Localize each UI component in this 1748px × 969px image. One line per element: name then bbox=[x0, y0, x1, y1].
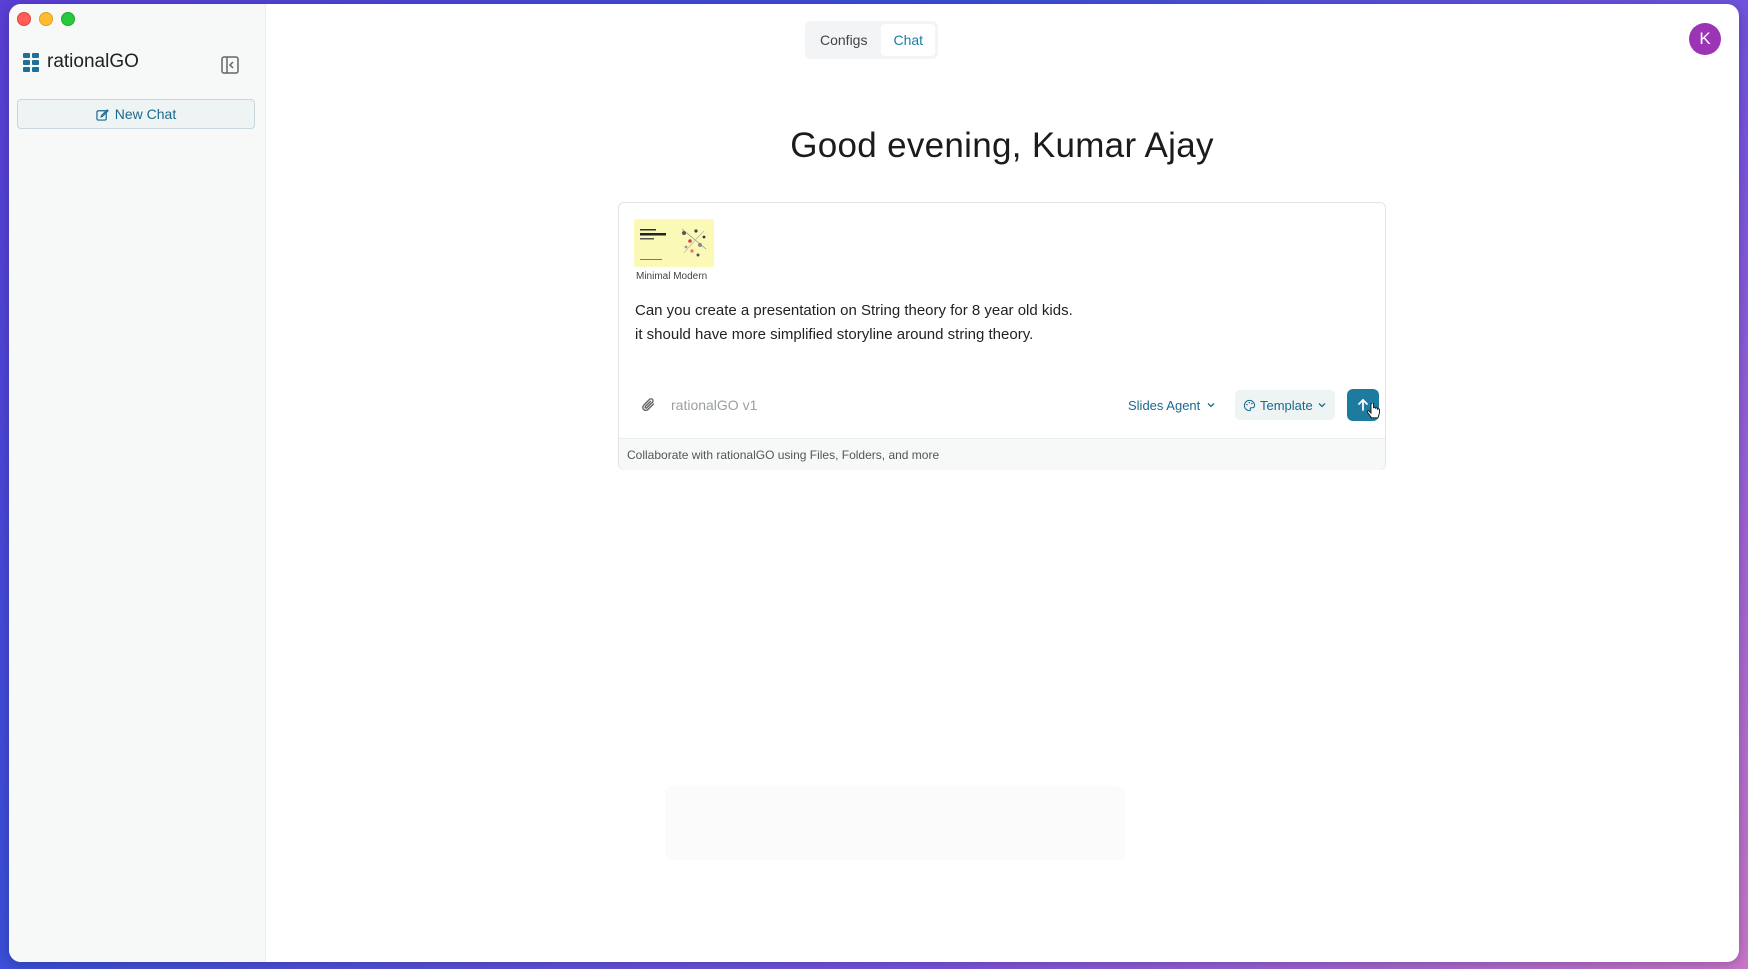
window-controls bbox=[17, 12, 75, 26]
faded-media-bar bbox=[665, 786, 1125, 860]
pointer-cursor-icon bbox=[1367, 403, 1380, 419]
close-window-button[interactable] bbox=[17, 12, 31, 26]
new-chat-button[interactable]: New Chat bbox=[17, 99, 255, 129]
brand: rationalGO bbox=[23, 51, 139, 73]
tab-chat[interactable]: Chat bbox=[881, 24, 936, 56]
zoom-window-button[interactable] bbox=[61, 12, 75, 26]
sidebar-collapse-button[interactable] bbox=[219, 54, 241, 76]
prompt-line: Can you create a presentation on String … bbox=[635, 302, 1073, 319]
minimize-window-button[interactable] bbox=[39, 12, 53, 26]
template-select[interactable]: Template bbox=[1235, 390, 1335, 420]
app-window: rationalGO New Chat Configs Chat K Good … bbox=[9, 4, 1739, 962]
paperclip-icon bbox=[642, 398, 655, 412]
composer-footer: Collaborate with rationalGO using Files,… bbox=[619, 438, 1385, 470]
greeting-title: Good evening, Kumar Ajay bbox=[790, 126, 1214, 165]
chevron-down-icon bbox=[1207, 403, 1215, 408]
chat-composer: Minimal Modern Can you create a presenta… bbox=[618, 202, 1386, 470]
model-label: rationalGO v1 bbox=[671, 397, 758, 413]
avatar[interactable]: K bbox=[1689, 23, 1721, 55]
template-select-label: Template bbox=[1260, 397, 1313, 413]
agent-select-label: Slides Agent bbox=[1128, 397, 1201, 413]
chevron-down-icon bbox=[1318, 403, 1326, 408]
prompt-line: it should have more simplified storyline… bbox=[635, 326, 1034, 343]
grid-logo-icon bbox=[23, 52, 39, 72]
sidebar: rationalGO New Chat bbox=[9, 4, 266, 962]
template-preview-caption: Minimal Modern bbox=[636, 271, 708, 282]
agent-select[interactable]: Slides Agent bbox=[1122, 391, 1222, 419]
tab-configs[interactable]: Configs bbox=[808, 24, 879, 56]
prompt-input[interactable]: Can you create a presentation on String … bbox=[635, 299, 1073, 347]
sidebar-collapse-icon bbox=[221, 56, 239, 74]
template-preview-thumbnail[interactable] bbox=[634, 219, 714, 267]
view-tabs: Configs Chat bbox=[805, 21, 939, 59]
new-chat-label: New Chat bbox=[114, 106, 177, 122]
attach-button[interactable] bbox=[639, 395, 659, 415]
edit-icon bbox=[96, 108, 109, 121]
template-preview-image bbox=[634, 219, 714, 267]
brand-name: rationalGO bbox=[47, 51, 139, 72]
palette-icon bbox=[1243, 399, 1256, 411]
